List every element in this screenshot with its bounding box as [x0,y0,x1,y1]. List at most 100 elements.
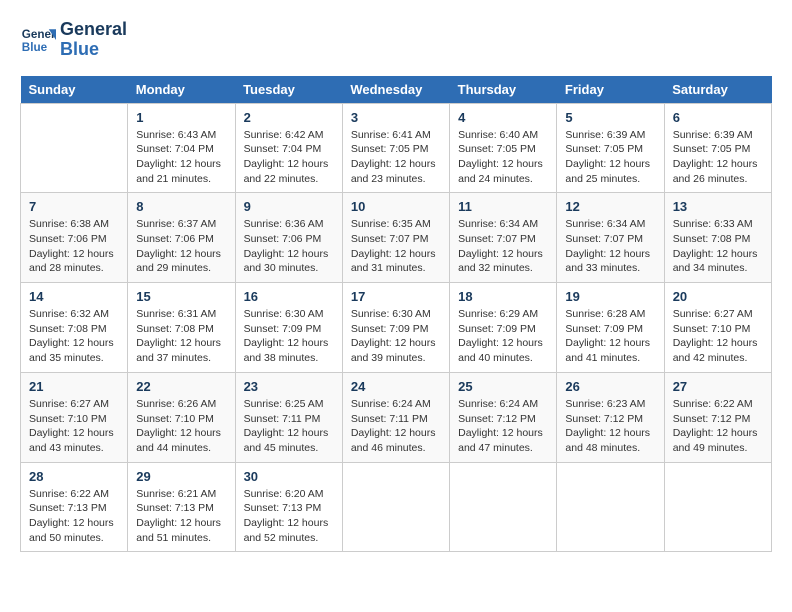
week-row-2: 14Sunrise: 6:32 AM Sunset: 7:08 PM Dayli… [21,283,772,373]
day-number: 9 [244,199,334,214]
day-info: Sunrise: 6:43 AM Sunset: 7:04 PM Dayligh… [136,128,226,187]
calendar-cell: 29 Sunrise: 6:21 AM Sunset: 7:13 PM Dayli… [128,462,235,552]
calendar-header-row: SundayMondayTuesdayWednesdayThursdayFrid… [21,76,772,104]
svg-text:Blue: Blue [22,41,48,54]
calendar-cell: 9 Sunrise: 6:36 AM Sunset: 7:06 PM Daylig… [235,193,342,283]
calendar-cell: 7 Sunrise: 6:38 AM Sunset: 7:06 PM Daylig… [21,193,128,283]
calendar-cell: 5 Sunrise: 6:39 AM Sunset: 7:05 PM Daylig… [557,103,664,193]
logo-icon: General Blue [20,22,56,58]
calendar-cell: 22 Sunrise: 6:26 AM Sunset: 7:10 PM Dayli… [128,372,235,462]
day-number: 7 [29,199,119,214]
week-row-3: 21 Sunrise: 6:27 AM Sunset: 7:10 PM Dayli… [21,372,772,462]
calendar-cell: 13 Sunrise: 6:33 AM Sunset: 7:08 PM Dayli… [664,193,771,283]
calendar-cell: 15 Sunrise: 6:31 AM Sunset: 7:08 PM Dayli… [128,283,235,373]
day-info: Sunrise: 6:36 AM Sunset: 7:06 PM Dayligh… [244,217,334,276]
day-info: Sunrise: 6:30 AM Sunset: 7:09 PM Dayligh… [351,307,441,366]
day-info: Sunrise: 6:21 AM Sunset: 7:13 PM Dayligh… [136,487,226,546]
calendar-cell [557,462,664,552]
day-info: Sunrise: 6:22 AM Sunset: 7:13 PM Dayligh… [29,487,119,546]
day-number: 4 [458,110,548,125]
day-info: Sunrise: 6:33 AM Sunset: 7:08 PM Dayligh… [673,217,763,276]
day-info: Sunrise: 6:25 AM Sunset: 7:11 PM Dayligh… [244,397,334,456]
calendar-cell: 2 Sunrise: 6:42 AM Sunset: 7:04 PM Daylig… [235,103,342,193]
col-header-sunday: Sunday [21,76,128,104]
day-number: 16 [244,289,334,304]
calendar-cell: 4 Sunrise: 6:40 AM Sunset: 7:05 PM Daylig… [450,103,557,193]
calendar-cell: 11 Sunrise: 6:34 AM Sunset: 7:07 PM Dayli… [450,193,557,283]
day-number: 10 [351,199,441,214]
calendar-cell: 21 Sunrise: 6:27 AM Sunset: 7:10 PM Dayli… [21,372,128,462]
col-header-friday: Friday [557,76,664,104]
week-row-0: 1 Sunrise: 6:43 AM Sunset: 7:04 PM Daylig… [21,103,772,193]
calendar-table: SundayMondayTuesdayWednesdayThursdayFrid… [20,76,772,553]
day-number: 24 [351,379,441,394]
day-number: 17 [351,289,441,304]
day-number: 11 [458,199,548,214]
day-info: Sunrise: 6:35 AM Sunset: 7:07 PM Dayligh… [351,217,441,276]
day-info: Sunrise: 6:29 AM Sunset: 7:09 PM Dayligh… [458,307,548,366]
day-info: Sunrise: 6:23 AM Sunset: 7:12 PM Dayligh… [565,397,655,456]
day-info: Sunrise: 6:24 AM Sunset: 7:11 PM Dayligh… [351,397,441,456]
header: General Blue General Blue [20,20,772,60]
col-header-wednesday: Wednesday [342,76,449,104]
day-info: Sunrise: 6:20 AM Sunset: 7:13 PM Dayligh… [244,487,334,546]
day-number: 28 [29,469,119,484]
calendar-cell [342,462,449,552]
col-header-monday: Monday [128,76,235,104]
col-header-thursday: Thursday [450,76,557,104]
calendar-cell: 20Sunrise: 6:27 AM Sunset: 7:10 PM Dayli… [664,283,771,373]
day-number: 2 [244,110,334,125]
calendar-cell: 24 Sunrise: 6:24 AM Sunset: 7:11 PM Dayli… [342,372,449,462]
day-info: Sunrise: 6:26 AM Sunset: 7:10 PM Dayligh… [136,397,226,456]
day-number: 25 [458,379,548,394]
day-info: Sunrise: 6:37 AM Sunset: 7:06 PM Dayligh… [136,217,226,276]
day-info: Sunrise: 6:31 AM Sunset: 7:08 PM Dayligh… [136,307,226,366]
day-number: 19 [565,289,655,304]
day-info: Sunrise: 6:30 AM Sunset: 7:09 PM Dayligh… [244,307,334,366]
day-number: 3 [351,110,441,125]
day-info: Sunrise: 6:39 AM Sunset: 7:05 PM Dayligh… [565,128,655,187]
day-number: 26 [565,379,655,394]
day-info: Sunrise: 6:32 AM Sunset: 7:08 PM Dayligh… [29,307,119,366]
calendar-cell: 14Sunrise: 6:32 AM Sunset: 7:08 PM Dayli… [21,283,128,373]
day-info: Sunrise: 6:40 AM Sunset: 7:05 PM Dayligh… [458,128,548,187]
day-info: Sunrise: 6:38 AM Sunset: 7:06 PM Dayligh… [29,217,119,276]
col-header-tuesday: Tuesday [235,76,342,104]
day-number: 27 [673,379,763,394]
day-number: 21 [29,379,119,394]
day-number: 5 [565,110,655,125]
day-info: Sunrise: 6:24 AM Sunset: 7:12 PM Dayligh… [458,397,548,456]
day-info: Sunrise: 6:42 AM Sunset: 7:04 PM Dayligh… [244,128,334,187]
calendar-cell: 26 Sunrise: 6:23 AM Sunset: 7:12 PM Dayli… [557,372,664,462]
day-number: 8 [136,199,226,214]
day-number: 20 [673,289,763,304]
day-info: Sunrise: 6:39 AM Sunset: 7:05 PM Dayligh… [673,128,763,187]
day-number: 6 [673,110,763,125]
calendar-cell [450,462,557,552]
calendar-cell [21,103,128,193]
calendar-cell [664,462,771,552]
day-number: 22 [136,379,226,394]
day-number: 12 [565,199,655,214]
logo: General Blue General Blue [20,20,127,60]
day-number: 23 [244,379,334,394]
calendar-cell: 28 Sunrise: 6:22 AM Sunset: 7:13 PM Dayli… [21,462,128,552]
calendar-cell: 12Sunrise: 6:34 AM Sunset: 7:07 PM Dayli… [557,193,664,283]
day-info: Sunrise: 6:22 AM Sunset: 7:12 PM Dayligh… [673,397,763,456]
day-number: 15 [136,289,226,304]
day-info: Sunrise: 6:27 AM Sunset: 7:10 PM Dayligh… [29,397,119,456]
logo-text-general: General [60,20,127,40]
day-number: 13 [673,199,763,214]
calendar-cell: 8 Sunrise: 6:37 AM Sunset: 7:06 PM Daylig… [128,193,235,283]
day-number: 29 [136,469,226,484]
calendar-cell: 19 Sunrise: 6:28 AM Sunset: 7:09 PM Dayli… [557,283,664,373]
day-info: Sunrise: 6:28 AM Sunset: 7:09 PM Dayligh… [565,307,655,366]
calendar-cell: 17 Sunrise: 6:30 AM Sunset: 7:09 PM Dayli… [342,283,449,373]
calendar-cell: 27 Sunrise: 6:22 AM Sunset: 7:12 PM Dayli… [664,372,771,462]
calendar-cell: 1 Sunrise: 6:43 AM Sunset: 7:04 PM Daylig… [128,103,235,193]
day-info: Sunrise: 6:34 AM Sunset: 7:07 PM Dayligh… [458,217,548,276]
calendar-cell: 3Sunrise: 6:41 AM Sunset: 7:05 PM Daylig… [342,103,449,193]
week-row-4: 28 Sunrise: 6:22 AM Sunset: 7:13 PM Dayli… [21,462,772,552]
calendar-cell: 25 Sunrise: 6:24 AM Sunset: 7:12 PM Dayli… [450,372,557,462]
day-number: 1 [136,110,226,125]
